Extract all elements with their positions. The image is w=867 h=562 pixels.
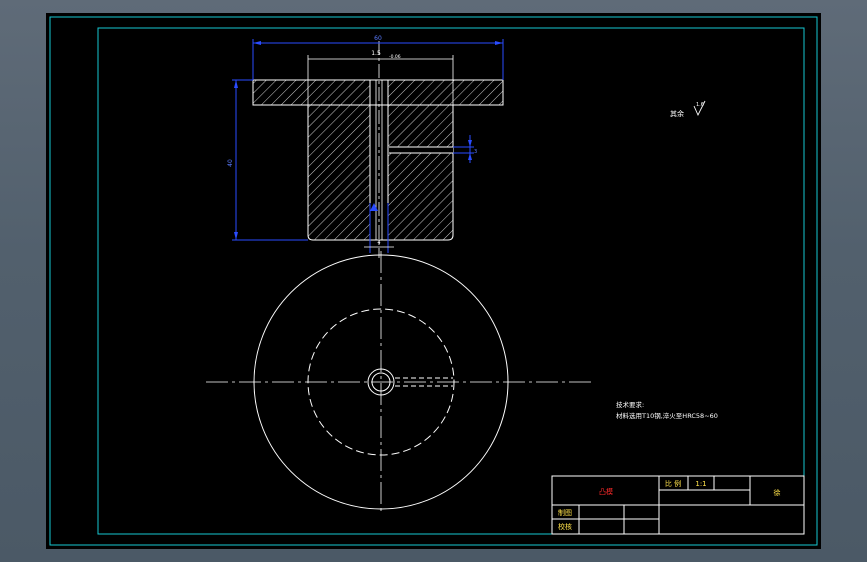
title-checked-by: 校核 bbox=[558, 522, 572, 531]
title-part-name: 凸模 bbox=[599, 487, 613, 496]
dim-bore: 4 bbox=[377, 240, 380, 246]
title-drawn-by: 制图 bbox=[558, 508, 572, 517]
cad-drawing: 60 1.5 -0.06 40 4 3 其余 1.6 技术要求: 材料选用T10… bbox=[49, 16, 818, 546]
surface-finish-value: 1.6 bbox=[696, 102, 704, 108]
dim-height: 40 bbox=[227, 159, 234, 167]
plan-view bbox=[206, 251, 591, 513]
title-scale-value: 1:1 bbox=[695, 480, 706, 488]
dim-side-hole: 3 bbox=[474, 149, 477, 155]
surface-finish-note: 其余 1.6 bbox=[670, 100, 706, 118]
drawing-sheet: 60 1.5 -0.06 40 4 3 其余 1.6 技术要求: 材料选用T10… bbox=[46, 13, 821, 549]
section-view bbox=[252, 41, 504, 258]
notes-heading: 技术要求: bbox=[616, 400, 644, 409]
dim-overall-width: 60 bbox=[374, 35, 382, 42]
title-block: 凸模 比 例 1:1 徐 制图 校核 bbox=[551, 475, 805, 535]
surface-finish-label: 其余 bbox=[670, 109, 684, 118]
dim-flange-inner: 1.5 bbox=[371, 50, 381, 57]
dim-flange-suffix: -0.06 bbox=[389, 54, 401, 60]
notes-line1: 材料选用T10钢,淬火至HRC58~60 bbox=[616, 411, 718, 420]
title-owner: 徐 bbox=[774, 488, 781, 497]
title-scale-label: 比 例 bbox=[665, 479, 681, 488]
technical-notes: 技术要求: 材料选用T10钢,淬火至HRC58~60 bbox=[616, 400, 718, 420]
